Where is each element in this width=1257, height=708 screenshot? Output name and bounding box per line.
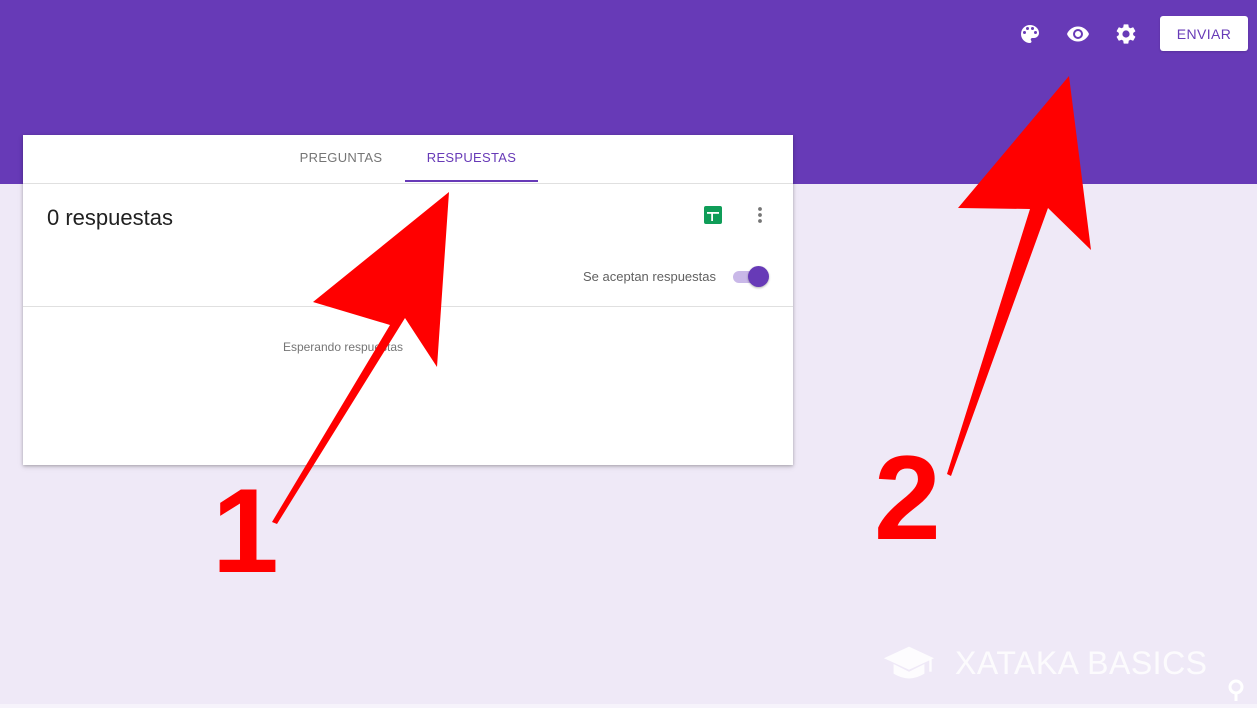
watermark-text: XATAKA BASICS [955,645,1208,681]
red-arrow-2 [947,76,1091,476]
graduation-cap-icon [882,644,936,689]
marker-1: 1 [212,464,279,598]
annotation-layer: 1 2 [212,76,1091,598]
marker-2: 2 [874,431,941,565]
location-pin-icon [1226,678,1246,707]
red-arrow-1 [272,192,449,524]
bottom-edge [0,704,1257,708]
